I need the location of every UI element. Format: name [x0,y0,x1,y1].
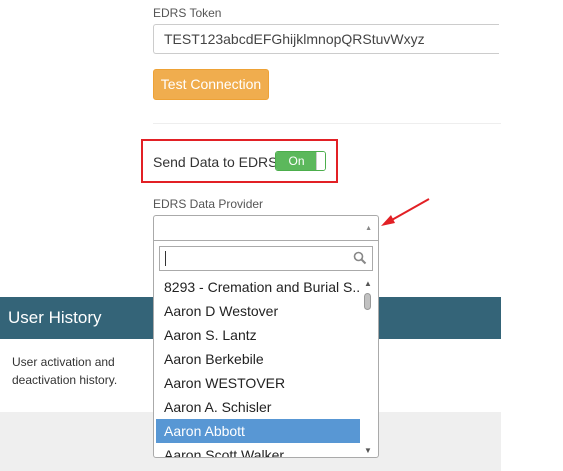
dropdown-scrollbar[interactable]: ▲ ▼ [361,279,375,455]
list-item[interactable]: Aaron Scott Walker [156,443,360,457]
provider-options-list: 8293 - Cremation and Burial S... Aaron D… [156,275,360,457]
edrs-token-input[interactable] [153,24,499,54]
test-connection-button[interactable]: Test Connection [153,69,269,100]
list-item[interactable]: Aaron A. Schisler [156,395,360,419]
scroll-down-icon[interactable]: ▼ [364,446,372,455]
edrs-data-provider-label: EDRS Data Provider [153,197,264,211]
send-data-toggle[interactable]: On [275,151,326,171]
search-icon [353,251,367,265]
toggle-knob [316,152,325,170]
list-item[interactable]: Aaron D Westover [156,299,360,323]
list-item[interactable]: Aaron Berkebile [156,347,360,371]
caret-up-icon: ▲ [365,225,372,232]
send-data-label: Send Data to EDRS [153,154,278,170]
list-item[interactable]: Aaron S. Lantz [156,323,360,347]
edrs-token-label: EDRS Token [153,6,222,20]
list-item-highlighted[interactable]: Aaron Abbott [156,419,360,443]
provider-dropdown: 8293 - Cremation and Burial S... Aaron D… [153,240,379,458]
text-cursor [165,251,166,266]
toggle-on-label: On [276,152,317,170]
edrs-data-provider-select[interactable]: ▲ [153,215,379,241]
scroll-up-icon[interactable]: ▲ [364,279,372,288]
user-history-description: User activation and deactivation history… [12,355,118,387]
user-history-title: User History [8,308,102,327]
scrollbar-thumb[interactable] [364,293,371,310]
section-divider [153,123,501,124]
list-item[interactable]: 8293 - Cremation and Burial S... [156,275,360,299]
dropdown-search-input[interactable] [159,246,373,271]
list-item[interactable]: Aaron WESTOVER [156,371,360,395]
